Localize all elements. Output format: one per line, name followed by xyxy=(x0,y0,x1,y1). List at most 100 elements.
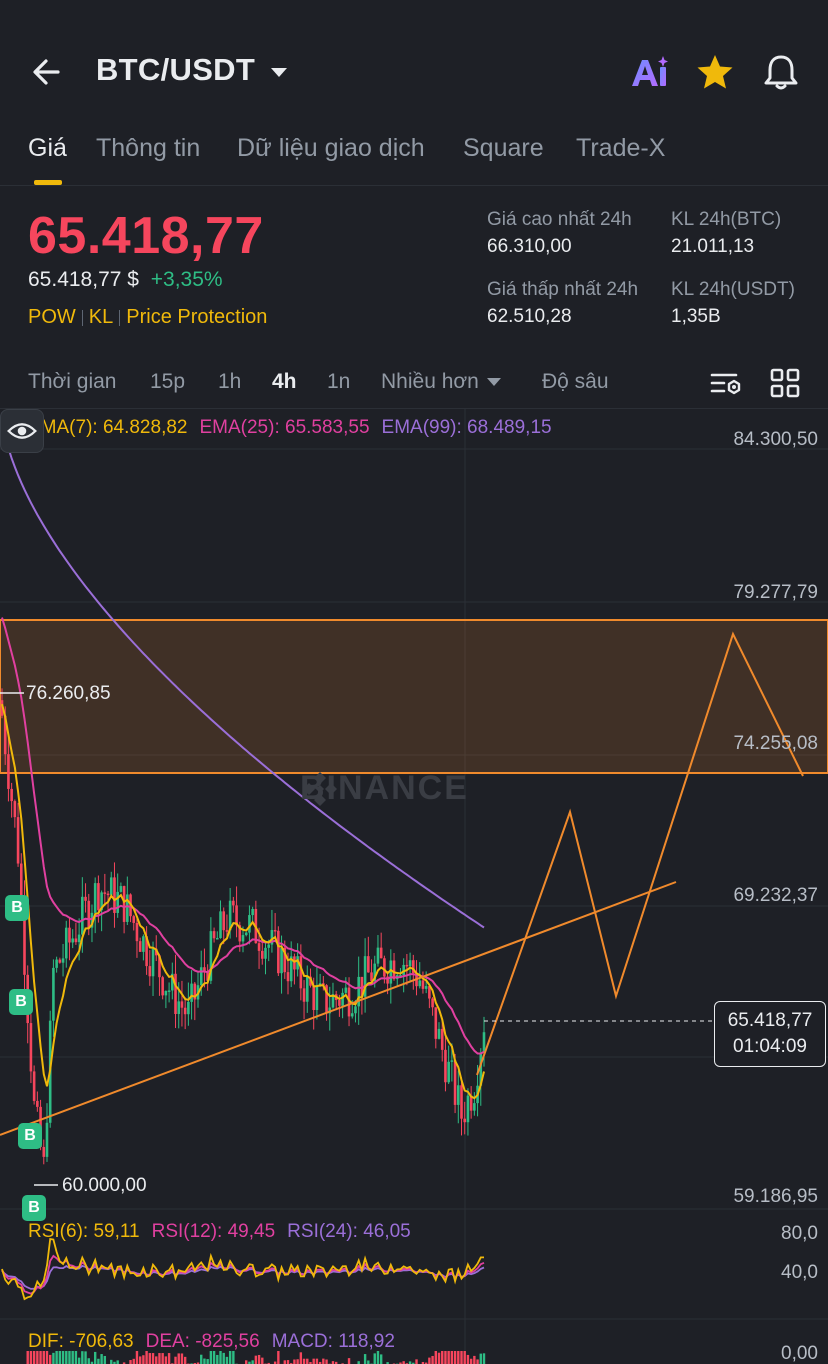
candle-body xyxy=(466,1095,470,1123)
candle-body xyxy=(434,1007,438,1039)
indicator-settings-icon[interactable] xyxy=(708,368,744,398)
candle-body xyxy=(463,1118,467,1123)
ai-icon[interactable] xyxy=(628,52,672,92)
interval-1h[interactable]: 1h xyxy=(218,370,241,394)
buy-marker-badge[interactable]: B xyxy=(5,895,29,921)
candle-body xyxy=(456,1085,460,1105)
candle-body xyxy=(161,977,164,996)
candle-body xyxy=(132,916,136,923)
macd-bar xyxy=(180,1353,184,1364)
candle-body xyxy=(122,886,126,922)
current-price-box[interactable]: 65.418,77 01:04:09 xyxy=(714,1001,826,1067)
rsi6-line xyxy=(1,1237,484,1301)
tag-price-protection[interactable]: Price Protection xyxy=(126,306,267,328)
macd-bar xyxy=(158,1353,161,1364)
tag-kl[interactable]: KL xyxy=(89,306,113,328)
interval-4h[interactable]: 4h xyxy=(272,370,297,394)
macd-bar xyxy=(177,1353,180,1364)
candle-body xyxy=(42,1146,46,1157)
macd-bar xyxy=(183,1356,187,1364)
candle-body xyxy=(106,893,110,896)
macd-bar xyxy=(110,1359,113,1364)
interval-1d[interactable]: 1n xyxy=(327,370,350,394)
candle-body xyxy=(312,985,315,1011)
resistance-zone[interactable] xyxy=(0,619,828,774)
bell-icon[interactable] xyxy=(760,52,802,92)
candle-body xyxy=(421,980,425,989)
macd-bar xyxy=(222,1352,225,1364)
macd-bar xyxy=(415,1359,418,1364)
interval-time[interactable]: Thời gian xyxy=(28,370,116,394)
macd-bar xyxy=(286,1360,290,1364)
macd-axis-label: 0,00 xyxy=(781,1343,818,1364)
macd-bar xyxy=(302,1358,306,1364)
macd-bar xyxy=(431,1355,434,1364)
macd-bar xyxy=(103,1355,107,1364)
ema-legend: EMA(7): 64.828,82 EMA(25): 65.583,55 EMA(9… xyxy=(28,417,552,439)
macd-bar xyxy=(476,1359,479,1364)
candle-body xyxy=(13,801,17,818)
macd-bar xyxy=(447,1351,450,1364)
interval-depth[interactable]: Độ sâu xyxy=(542,370,609,394)
candle-body xyxy=(376,947,380,964)
tab-trade-x[interactable]: Trade-X xyxy=(576,134,665,163)
tab-info[interactable]: Thông tin xyxy=(96,134,200,163)
candle-body xyxy=(97,883,100,911)
candle-body xyxy=(84,896,87,901)
macd-bar xyxy=(296,1359,299,1364)
macd-bar xyxy=(325,1359,328,1364)
candle-body xyxy=(293,956,296,970)
chevron-down-icon xyxy=(486,378,501,387)
candle-body xyxy=(219,911,222,939)
interval-more[interactable]: Nhiều hơn xyxy=(381,370,501,394)
macd-bar xyxy=(457,1351,460,1364)
candle-body xyxy=(55,959,58,968)
tab-trading-data[interactable]: Dữ liệu giao dịch xyxy=(237,134,425,163)
tab-square[interactable]: Square xyxy=(463,134,544,163)
candle-body xyxy=(235,905,238,926)
caret-down-icon[interactable] xyxy=(268,64,290,80)
tab-price[interactable]: Giá xyxy=(28,134,67,163)
macd-bar xyxy=(322,1358,325,1364)
macd-bar xyxy=(77,1357,81,1364)
pair-title[interactable]: BTC/USDT xyxy=(96,52,255,88)
candle-body xyxy=(71,938,74,943)
back-arrow-icon[interactable] xyxy=(28,54,68,90)
stat-vol-btc-value: 21.011,13 xyxy=(671,236,755,257)
candle-body xyxy=(167,990,171,992)
y-axis-label: 74.255,08 xyxy=(733,733,818,754)
kline-chart[interactable]: EMA(7): 64.828,82 EMA(25): 65.583,55 EMA(9… xyxy=(0,408,828,1364)
rsi-legend: RSI(6): 59,11 RSI(12): 49,45 RSI(24): 46,0… xyxy=(28,1221,411,1243)
star-icon[interactable] xyxy=(694,52,736,92)
interval-15m[interactable]: 15p xyxy=(150,370,185,394)
macd-bar xyxy=(306,1358,309,1364)
macd-bar xyxy=(116,1360,119,1364)
high-price-marker: 76.260,85 xyxy=(26,683,111,704)
candle-body xyxy=(444,1049,447,1083)
candle-body xyxy=(135,922,139,942)
candle-body xyxy=(424,986,428,989)
active-tab-indicator xyxy=(34,180,62,185)
candle-body xyxy=(453,1060,457,1105)
rsi12-line xyxy=(1,1254,485,1295)
buy-marker-badge[interactable]: B xyxy=(18,1123,42,1149)
price-change: +3,35% xyxy=(150,268,223,291)
candle-countdown: 01:04:09 xyxy=(733,1036,807,1057)
candle-body xyxy=(286,972,290,982)
candle-body xyxy=(273,930,277,932)
layout-grid-icon[interactable] xyxy=(768,366,802,400)
candle-body xyxy=(64,927,68,959)
candle-body xyxy=(440,1028,444,1050)
rsi-axis-low: 40,0 xyxy=(781,1262,818,1283)
tag-pow[interactable]: POW xyxy=(28,306,76,328)
binance-logo-icon xyxy=(303,772,337,806)
stat-high-label: Giá cao nhất 24h xyxy=(487,209,632,230)
tab-bar: Giá Thông tin Dữ liệu giao dịch Square T… xyxy=(0,120,828,186)
macd-bar xyxy=(379,1354,383,1364)
candle-body xyxy=(187,1001,190,1015)
candle-body xyxy=(109,877,113,895)
buy-marker-badge[interactable]: B xyxy=(9,989,33,1015)
buy-marker-badge[interactable]: B xyxy=(22,1195,46,1221)
y-axis-label: 84.300,50 xyxy=(733,429,818,450)
eye-icon[interactable] xyxy=(0,409,44,453)
